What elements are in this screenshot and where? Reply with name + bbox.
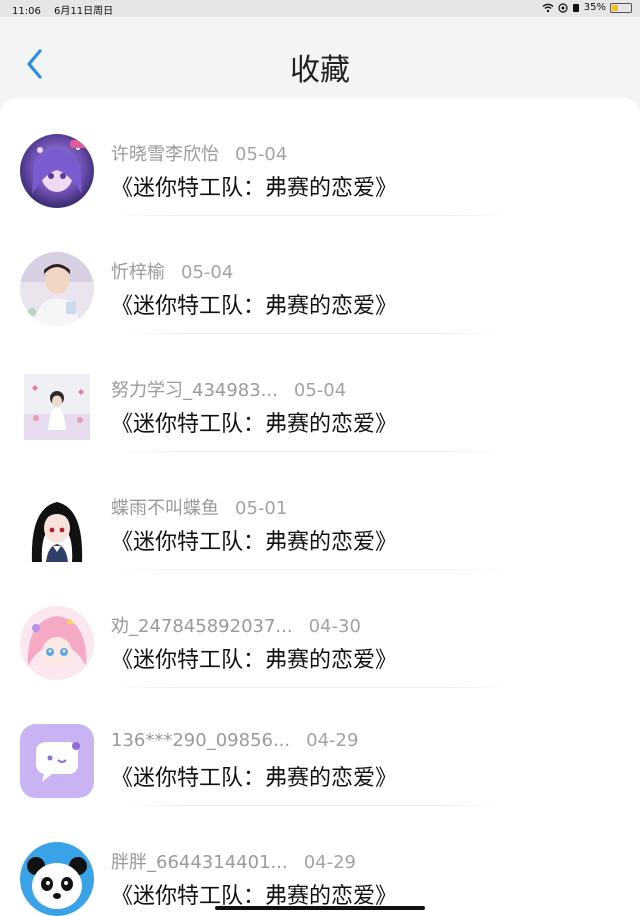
user-name: 胖胖_6644314401... bbox=[111, 852, 288, 873]
page-title: 收藏 bbox=[290, 53, 350, 88]
item-meta: 忻梓榆 05-04 bbox=[111, 258, 233, 284]
work-title[interactable]: 《迷你特工队：弗赛的恋爱》 bbox=[111, 760, 397, 792]
user-name: 蝶雨不叫蝶鱼 bbox=[111, 498, 219, 519]
item-meta: 136***290_09856... 04-29 bbox=[111, 730, 358, 751]
item-meta: 许晓雪李欣怡 05-04 bbox=[111, 140, 287, 166]
item-meta: 劝_247845892037... 04-30 bbox=[111, 612, 361, 638]
user-name: 忻梓榆 bbox=[111, 262, 165, 283]
item-meta: 胖胖_6644314401... 04-29 bbox=[111, 848, 356, 874]
user-name: 劝_247845892037... bbox=[111, 616, 293, 637]
anime-black-hair-avatar[interactable] bbox=[20, 488, 94, 562]
anime-purple-avatar[interactable] bbox=[20, 134, 94, 208]
item-date: 04-30 bbox=[308, 616, 361, 637]
user-name: 136***290_09856... bbox=[111, 730, 291, 751]
location-lock-icon bbox=[558, 2, 568, 13]
item-date: 04-29 bbox=[306, 730, 359, 751]
anime-pink-avatar[interactable] bbox=[20, 606, 94, 680]
list-item[interactable]: 胖胖_6644314401... 04-29 《迷你特工队：弗赛的恋爱》 bbox=[0, 806, 640, 916]
user-name: 努力学习_434983... bbox=[111, 380, 278, 401]
status-indicators: 35% bbox=[542, 2, 632, 13]
home-indicator[interactable] bbox=[215, 906, 425, 910]
work-title[interactable]: 《迷你特工队：弗赛的恋爱》 bbox=[111, 288, 397, 320]
status-time: 11:06 bbox=[12, 6, 41, 17]
item-date: 05-04 bbox=[235, 144, 288, 165]
status-bar: 11:06 6月11日周日 35% bbox=[0, 0, 640, 17]
photo-boy-avatar[interactable] bbox=[20, 252, 94, 326]
panda-avatar[interactable] bbox=[20, 842, 94, 916]
list-item[interactable]: 劝_247845892037... 04-30 《迷你特工队：弗赛的恋爱》 bbox=[0, 570, 640, 688]
list-item[interactable]: 努力学习_434983... 05-04 《迷你特工队：弗赛的恋爱》 bbox=[0, 334, 640, 452]
girl-hearts-avatar[interactable] bbox=[24, 374, 90, 440]
sim-icon bbox=[572, 3, 579, 12]
battery-percent: 35% bbox=[583, 2, 606, 13]
work-title[interactable]: 《迷你特工队：弗赛的恋爱》 bbox=[111, 524, 397, 556]
chat-bubble-avatar[interactable] bbox=[20, 724, 94, 798]
item-meta: 努力学习_434983... 05-04 bbox=[111, 376, 346, 402]
item-date: 04-29 bbox=[303, 852, 356, 873]
list-item[interactable]: 忻梓榆 05-04 《迷你特工队：弗赛的恋爱》 bbox=[0, 216, 640, 334]
work-title[interactable]: 《迷你特工队：弗赛的恋爱》 bbox=[111, 406, 397, 438]
user-name: 许晓雪李欣怡 bbox=[111, 144, 219, 165]
favorites-list: 许晓雪李欣怡 05-04 《迷你特工队：弗赛的恋爱》 忻梓榆 05-04 《迷你特工… bbox=[0, 98, 640, 916]
battery-fill bbox=[612, 4, 619, 11]
status-time-date: 11:06 6月11日周日 bbox=[12, 2, 123, 17]
wifi-icon bbox=[542, 3, 554, 12]
item-date: 05-04 bbox=[181, 262, 234, 283]
battery-icon bbox=[610, 2, 632, 13]
item-date: 05-01 bbox=[235, 498, 288, 519]
item-meta: 蝶雨不叫蝶鱼 05-01 bbox=[111, 494, 287, 520]
item-date: 05-04 bbox=[293, 380, 347, 401]
list-item[interactable]: 蝶雨不叫蝶鱼 05-01 《迷你特工队：弗赛的恋爱》 bbox=[0, 452, 640, 570]
work-title[interactable]: 《迷你特工队：弗赛的恋爱》 bbox=[111, 170, 397, 202]
nav-header: 收藏 bbox=[0, 17, 640, 99]
status-date: 6月11日周日 bbox=[54, 6, 114, 17]
list-item[interactable]: 136***290_09856... 04-29 《迷你特工队：弗赛的恋爱》 bbox=[0, 688, 640, 806]
list-item[interactable]: 许晓雪李欣怡 05-04 《迷你特工队：弗赛的恋爱》 bbox=[0, 98, 640, 216]
work-title[interactable]: 《迷你特工队：弗赛的恋爱》 bbox=[111, 642, 397, 674]
